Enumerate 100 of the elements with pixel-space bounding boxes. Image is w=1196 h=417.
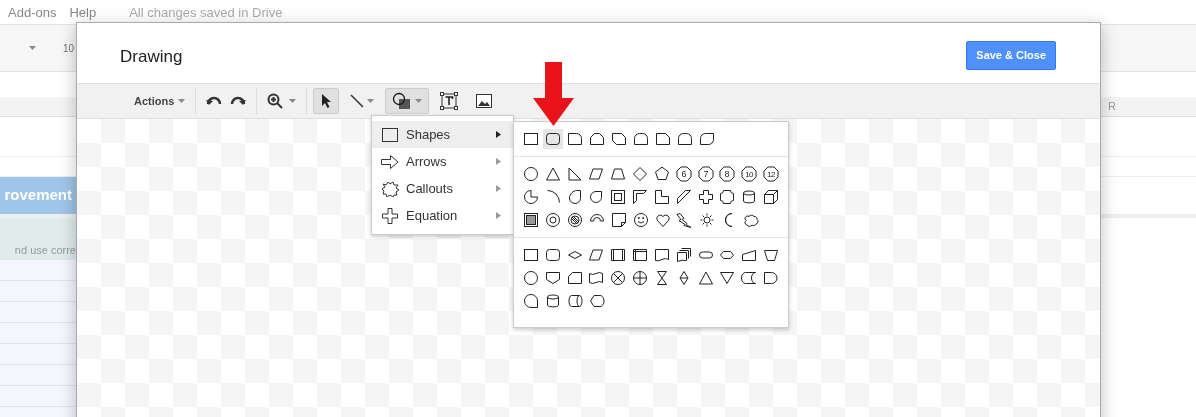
- font-size-field[interactable]: 10: [63, 40, 75, 56]
- shape-option[interactable]: 7: [695, 164, 716, 184]
- zoom-icon[interactable]: [267, 93, 284, 109]
- shape-icon: [523, 131, 539, 147]
- starburst-icon: [381, 180, 399, 197]
- menu-item[interactable]: Arrows: [372, 148, 513, 175]
- shape-icon: [588, 166, 605, 182]
- shape-option[interactable]: [521, 210, 541, 230]
- menu-item[interactable]: Shapes: [372, 121, 513, 148]
- shape-icon: [523, 212, 539, 228]
- shape-icon: [632, 247, 649, 263]
- tool-button[interactable]: [313, 88, 340, 114]
- shape-icon: [655, 131, 671, 147]
- shape-option[interactable]: [565, 210, 585, 230]
- shape-option[interactable]: [521, 268, 541, 288]
- caret-icon: [415, 99, 423, 103]
- dialog-title: Drawing: [120, 46, 183, 69]
- shape-icon: [522, 247, 539, 263]
- shape-option[interactable]: 10: [739, 164, 760, 184]
- shape-option[interactable]: [521, 187, 541, 207]
- shape-icon: [588, 270, 605, 286]
- caret-icon: [29, 46, 36, 50]
- shape-icon: [675, 247, 692, 263]
- shape-icon: [653, 247, 670, 263]
- shape-icon: [699, 131, 715, 147]
- shape-icon: [566, 270, 583, 286]
- shape-option[interactable]: 6: [673, 164, 694, 184]
- caret-icon: [178, 99, 186, 103]
- shape-icon: [610, 166, 627, 182]
- text-box-icon: [440, 92, 459, 110]
- shape-icon: [567, 212, 583, 228]
- square-icon: [382, 127, 398, 142]
- shape-icon: [545, 212, 561, 228]
- pointer-icon: [320, 93, 333, 109]
- shape-icon: [697, 270, 714, 286]
- shape-option[interactable]: [521, 164, 541, 184]
- shape-option[interactable]: [521, 291, 541, 311]
- menu-item[interactable]: Add-ons: [8, 3, 57, 23]
- shape-icon: [633, 131, 649, 147]
- shape-icon: [522, 189, 539, 205]
- shape-icon: [743, 212, 759, 228]
- shape-icon: [632, 166, 649, 182]
- shape-icon: [653, 189, 670, 205]
- shape-option[interactable]: [630, 268, 650, 288]
- shape-option[interactable]: [543, 129, 563, 149]
- shape-icon: [741, 189, 758, 205]
- shape-icon: [588, 247, 605, 263]
- shape-icon: [677, 131, 693, 147]
- shape-icon: [611, 212, 627, 228]
- shape-icon: [566, 166, 583, 182]
- shape-icon: [741, 247, 758, 263]
- shape-icon: [610, 247, 627, 263]
- shape-icon: [632, 270, 649, 286]
- shape-icon: [633, 212, 649, 228]
- shape-icon: [589, 131, 605, 147]
- shape-option[interactable]: [543, 210, 563, 230]
- shape-icon: [763, 247, 779, 263]
- shape-icon: [545, 293, 561, 309]
- pointer-arrow: [533, 62, 574, 126]
- caret-icon: [289, 99, 297, 103]
- line-icon: [350, 94, 365, 108]
- undo-icon[interactable]: [206, 96, 223, 106]
- redo-icon[interactable]: [230, 96, 247, 106]
- shape-icon: [763, 189, 779, 205]
- shape-icon: [719, 189, 736, 205]
- shape-option[interactable]: [630, 187, 650, 207]
- shape-icon: [611, 131, 627, 147]
- shape-option[interactable]: [609, 210, 629, 230]
- header-cell: rovement: [0, 177, 76, 214]
- shape-icon: [566, 189, 583, 205]
- submenu-arrow-icon: [496, 212, 501, 219]
- shape-icon: [545, 131, 561, 147]
- shape-option[interactable]: 12: [761, 164, 781, 184]
- save-status: All changes saved in Drive: [129, 4, 283, 22]
- plus-icon: [382, 207, 398, 224]
- shape-icon: [655, 212, 671, 228]
- shape-icon: [567, 293, 583, 309]
- menu-item[interactable]: Callouts: [372, 175, 513, 202]
- shape-option[interactable]: [761, 187, 781, 207]
- actions-menu[interactable]: Actions: [134, 88, 197, 114]
- menu-item[interactable]: Help: [69, 3, 97, 23]
- shape-icon: [544, 270, 561, 286]
- caret-icon: [367, 99, 375, 103]
- shape-icon: [677, 212, 693, 228]
- shape-icon: [610, 189, 627, 205]
- shape-icon: [653, 166, 670, 182]
- image-icon: [476, 94, 493, 108]
- shape-icon: [632, 189, 649, 205]
- shape-icon: [544, 247, 561, 263]
- shape-icon: [522, 270, 539, 286]
- shape-icon: [741, 270, 758, 286]
- submenu-arrow-icon: [496, 131, 501, 138]
- shape-icon: [522, 166, 539, 182]
- shape-option[interactable]: [631, 210, 651, 230]
- shape-icon: [610, 270, 627, 286]
- tool-button[interactable]: [385, 88, 430, 114]
- shape-option[interactable]: 8: [717, 164, 738, 184]
- menu-item[interactable]: Equation: [372, 202, 513, 229]
- text-cell: nd use corre: [0, 240, 76, 260]
- shape-icon: [697, 189, 714, 205]
